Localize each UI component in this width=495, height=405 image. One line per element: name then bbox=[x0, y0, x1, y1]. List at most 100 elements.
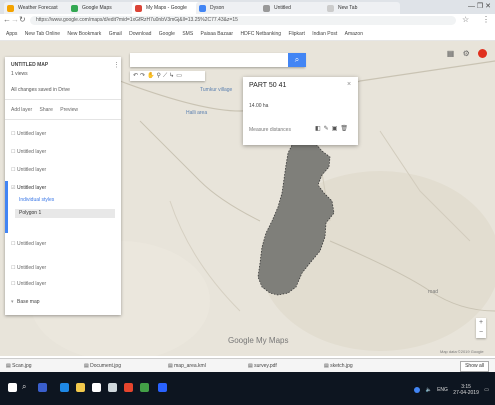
bookmark-item[interactable]: Indian Post bbox=[312, 31, 337, 37]
preview-button[interactable]: Preview bbox=[60, 107, 78, 113]
address-bar-row: ← → ↻ https://www.google.com/maps/d/edit… bbox=[0, 14, 495, 29]
show-all-button[interactable]: Show all bbox=[460, 361, 489, 372]
layer-label: Untitled layer bbox=[17, 185, 47, 191]
menu-icon[interactable]: ⋮ bbox=[482, 15, 490, 24]
download-item[interactable]: ▤ Document.jpg bbox=[84, 359, 121, 373]
bookmark-item[interactable]: Gmail bbox=[109, 31, 122, 37]
map-search-input[interactable] bbox=[130, 53, 305, 67]
settings-icon[interactable]: ⚙ bbox=[463, 49, 470, 58]
download-label: sketch.jpg bbox=[330, 363, 353, 369]
url-field[interactable]: https://www.google.com/maps/d/edit?mid=1… bbox=[30, 16, 456, 25]
divider bbox=[5, 119, 121, 120]
layer-item[interactable]: ☐ Untitled layer bbox=[11, 129, 115, 140]
tab-label: Google Maps bbox=[82, 5, 112, 11]
zoom-controls: + − bbox=[476, 318, 486, 338]
network-icon[interactable] bbox=[414, 387, 421, 393]
bookmark-item[interactable]: Apps bbox=[6, 31, 17, 37]
clock[interactable]: 3:15 27-04-2019 bbox=[453, 384, 479, 396]
hand-icon[interactable]: ✋ bbox=[147, 73, 156, 79]
edit-icon[interactable]: ✎ bbox=[324, 126, 332, 132]
app-icon[interactable] bbox=[158, 383, 167, 392]
page-icon bbox=[199, 5, 206, 12]
browser-tab-strip: Weather Forecast Google Maps My Maps - G… bbox=[0, 0, 495, 14]
back-icon[interactable]: ← bbox=[3, 15, 11, 24]
bookmark-item[interactable]: SMS bbox=[182, 31, 193, 37]
share-button[interactable]: Share bbox=[40, 107, 53, 113]
add-layer-button[interactable]: Add layer bbox=[11, 107, 32, 113]
tab-label: My Maps - Google bbox=[146, 5, 187, 11]
store-icon[interactable] bbox=[92, 383, 101, 392]
download-item[interactable]: ▤ survey.pdf bbox=[248, 359, 277, 373]
app-icon[interactable] bbox=[140, 383, 149, 392]
download-item[interactable]: ▤ map_area.kml bbox=[168, 359, 206, 373]
notifications-icon[interactable]: ▭ bbox=[484, 387, 489, 393]
download-item[interactable]: ▤ Scan.jpg bbox=[6, 359, 32, 373]
individual-styles-link[interactable]: Individual styles bbox=[19, 197, 54, 203]
layer-item[interactable]: ☐ Untitled layer bbox=[11, 263, 115, 274]
selected-feature[interactable]: Polygon 1 bbox=[15, 209, 115, 218]
undo-icon[interactable]: ↶ bbox=[133, 73, 140, 79]
zoom-in-icon[interactable]: + bbox=[476, 318, 486, 328]
zoom-out-icon[interactable]: − bbox=[476, 328, 486, 338]
window-controls[interactable]: — ❐ ✕ bbox=[468, 0, 491, 14]
tab-label: Dyson bbox=[210, 5, 225, 11]
google-logo: Google My Maps bbox=[228, 336, 289, 345]
layer-label: Untitled layer bbox=[17, 241, 47, 247]
map-title[interactable]: UNTITLED MAP bbox=[11, 62, 48, 68]
ruler-icon[interactable]: ▭ bbox=[176, 73, 184, 79]
layer-item[interactable]: ☐ Untitled layer bbox=[11, 239, 115, 250]
style-icon[interactable]: ◧ bbox=[315, 126, 324, 132]
search-icon[interactable]: ⌕ bbox=[22, 382, 26, 392]
edge-icon[interactable] bbox=[60, 383, 69, 392]
bookmark-item[interactable]: HDFC Netbanking bbox=[240, 31, 281, 37]
apps-grid-icon[interactable]: ▦ bbox=[447, 49, 455, 58]
active-layer-indicator bbox=[5, 181, 8, 233]
layer-item[interactable]: ☐ Untitled layer bbox=[11, 279, 115, 290]
tab-new[interactable]: New Tab bbox=[324, 2, 400, 14]
divider bbox=[5, 99, 121, 100]
drawing-toolbar[interactable]: ↶↷✋⚲⟋↳▭ bbox=[130, 71, 205, 81]
windows-start-icon[interactable] bbox=[8, 383, 17, 392]
search-icon[interactable]: ⌕ bbox=[288, 53, 306, 67]
bookmark-item[interactable]: Flipkart bbox=[288, 31, 304, 37]
layer-item[interactable]: ☐ Untitled layer bbox=[11, 165, 115, 176]
bookmark-item[interactable]: Download bbox=[129, 31, 151, 37]
folder-icon[interactable] bbox=[76, 383, 85, 392]
active-layer-title[interactable]: ☑ Untitled layer bbox=[11, 183, 115, 194]
avatar[interactable] bbox=[478, 49, 487, 59]
bookmark-item[interactable]: Google bbox=[159, 31, 175, 37]
popup-title: PART 50 41 bbox=[249, 82, 287, 89]
delete-icon[interactable]: 🗑 bbox=[340, 126, 351, 132]
layer-label: Untitled layer bbox=[17, 167, 47, 173]
map-subtitle: 1 views bbox=[11, 71, 28, 77]
bookmark-item[interactable]: Amazon bbox=[345, 31, 363, 37]
mail-icon[interactable] bbox=[108, 383, 117, 392]
measure-link[interactable]: Measure distances bbox=[249, 127, 291, 133]
more-options-icon[interactable]: ⋮ bbox=[113, 61, 120, 69]
layer-label: Base map bbox=[17, 299, 40, 305]
volume-icon[interactable]: 🔈 bbox=[425, 387, 431, 393]
map-credits[interactable]: Map data ©2019 Google bbox=[440, 349, 484, 354]
system-tray[interactable]: 🔈 ENG 3:15 27-04-2019 ▭ bbox=[414, 384, 489, 396]
close-icon[interactable]: × bbox=[347, 81, 351, 88]
chrome-icon[interactable] bbox=[124, 383, 133, 392]
download-item[interactable]: ▤ sketch.jpg bbox=[324, 359, 353, 373]
language-label[interactable]: ENG bbox=[437, 387, 448, 393]
bookmark-item[interactable]: Paisaa Bazaar bbox=[201, 31, 234, 37]
downloads-bar: ▤ Scan.jpg ▤ Document.jpg ▤ map_area.kml… bbox=[0, 358, 495, 373]
bookmark-item[interactable]: New Bookmark bbox=[67, 31, 101, 37]
forward-icon[interactable]: → bbox=[11, 15, 19, 24]
layer-label: Untitled layer bbox=[17, 131, 47, 137]
redo-icon[interactable]: ↷ bbox=[140, 73, 147, 79]
download-label: Document.jpg bbox=[90, 363, 121, 369]
layers-panel: UNTITLED MAP 1 views ⋮ All changes saved… bbox=[5, 57, 121, 315]
map-label: Halli area bbox=[186, 110, 208, 116]
reload-icon[interactable]: ↻ bbox=[19, 15, 26, 24]
layer-label: Untitled layer bbox=[17, 149, 47, 155]
task-view-icon[interactable] bbox=[38, 383, 47, 392]
bookmark-item[interactable]: New Tab Online bbox=[25, 31, 60, 37]
basemap-item[interactable]: ▾ Base map bbox=[11, 297, 115, 308]
layer-label: Untitled layer bbox=[17, 281, 47, 287]
layer-item[interactable]: ☐ Untitled layer bbox=[11, 147, 115, 158]
star-icon[interactable]: ☆ bbox=[462, 15, 469, 24]
